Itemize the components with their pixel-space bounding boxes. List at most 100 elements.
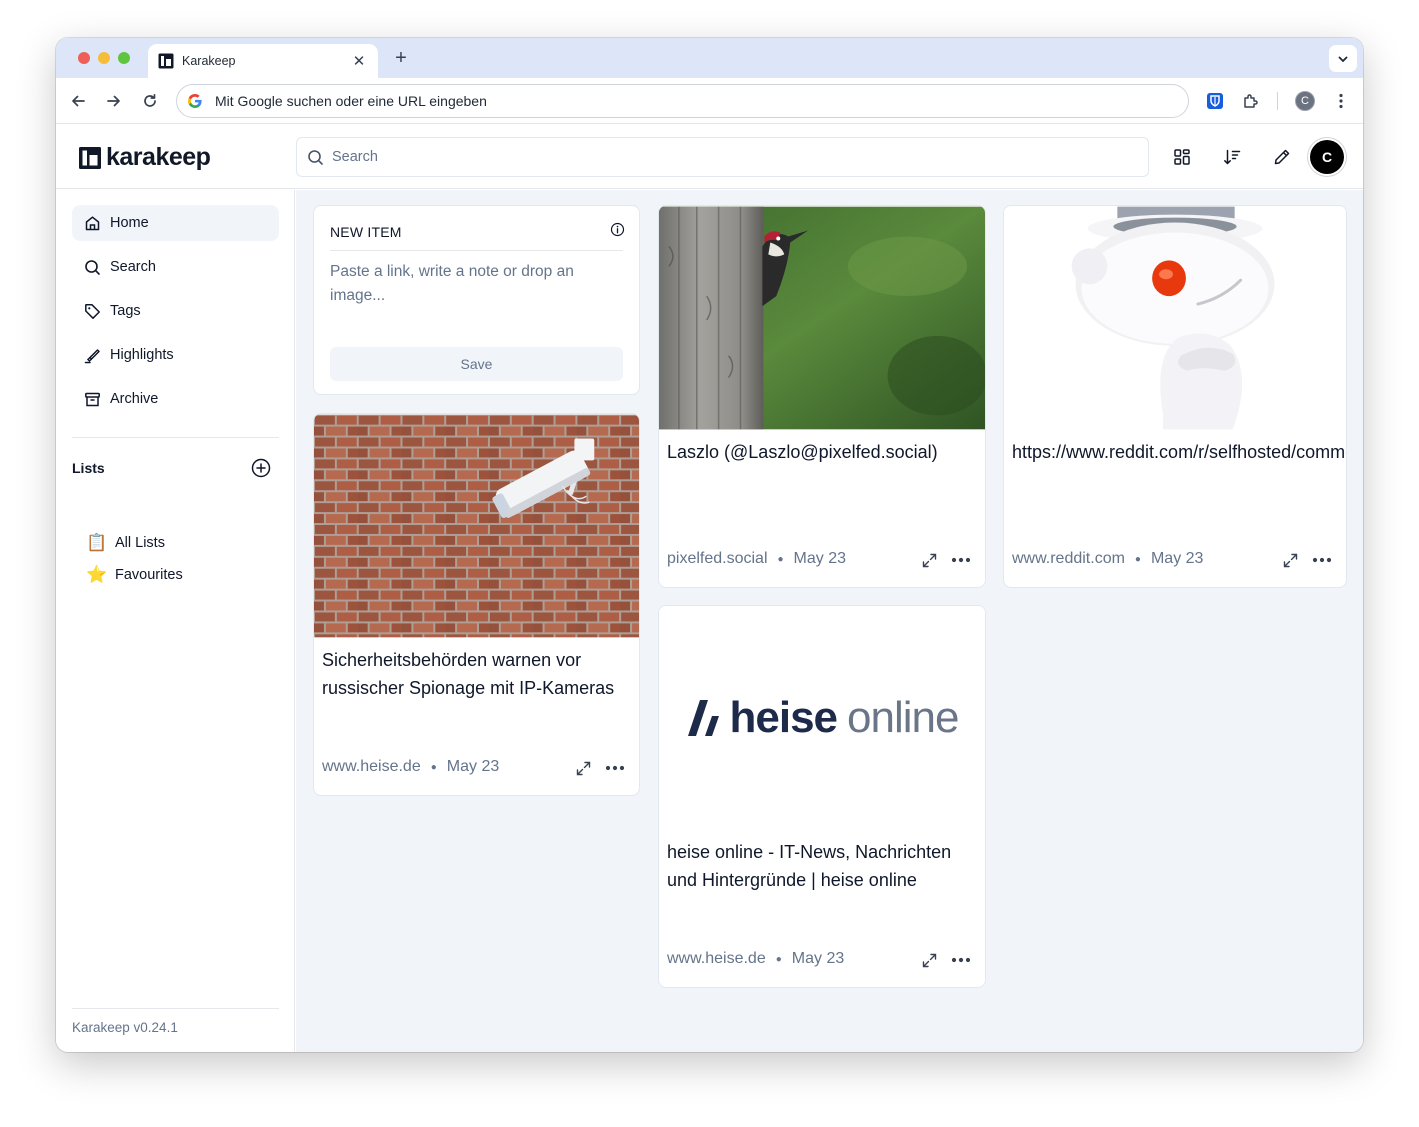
bookmark-domain[interactable]: www.heise.de: [322, 758, 421, 776]
list-item-favourites[interactable]: ⭐ Favourites: [86, 565, 183, 585]
meta-separator: ●: [775, 953, 782, 965]
sidebar-item-search[interactable]: Search: [72, 249, 279, 285]
more-horizontal-icon: [1312, 557, 1332, 563]
close-tab-icon[interactable]: ✕: [350, 52, 368, 70]
sidebar-item-highlights[interactable]: Highlights: [72, 337, 279, 373]
heise-online-logo-image[interactable]: heise online: [659, 606, 985, 830]
info-icon[interactable]: [610, 222, 625, 237]
new-tab-button[interactable]: +: [390, 47, 412, 70]
expand-icon: [1283, 553, 1297, 567]
bitwarden-extension-button[interactable]: [1204, 90, 1226, 112]
sidebar-item-label: Archive: [110, 391, 159, 407]
sidebar-item-label: Home: [110, 215, 149, 231]
bookmark-card[interactable]: Sicherheitsbehörden warnen vor russische…: [313, 413, 640, 796]
minimize-window-button[interactable]: [98, 52, 110, 64]
address-bar[interactable]: Mit Google suchen oder eine URL eingeben: [176, 84, 1189, 118]
tab-title: Karakeep: [182, 54, 236, 68]
add-list-icon[interactable]: [250, 457, 272, 479]
archive-icon: [85, 392, 100, 406]
reload-button[interactable]: [139, 90, 161, 112]
bookmark-date: May 23: [446, 758, 500, 775]
sidebar-divider: [72, 437, 279, 438]
close-window-button[interactable]: [78, 52, 90, 64]
bookmark-title[interactable]: Laszlo (@Laszlo@pixelfed.social): [667, 438, 979, 466]
more-options-button[interactable]: [949, 948, 973, 972]
app-header: karakeep Search C: [56, 125, 1363, 189]
bookmark-actions: [909, 548, 973, 572]
sidebar-item-home[interactable]: Home: [72, 205, 279, 241]
forward-button[interactable]: [103, 90, 125, 112]
heise-logo-word: heise: [729, 693, 839, 742]
sidebar-item-label: Search: [110, 259, 156, 275]
list-item-all-lists[interactable]: 📋 All Lists: [86, 533, 165, 553]
bookmark-meta: www.heise.de ● May 23: [667, 950, 844, 968]
list-item-label: All Lists: [115, 535, 165, 551]
expand-button[interactable]: [1278, 548, 1302, 572]
sidebar-item-archive[interactable]: Archive: [72, 381, 279, 417]
back-button[interactable]: [67, 90, 89, 112]
sidebar-item-tags[interactable]: Tags: [72, 293, 279, 329]
security-camera-on-brick-wall-image[interactable]: [314, 414, 639, 638]
sort-order-button[interactable]: [1220, 145, 1244, 169]
browser-menu-button[interactable]: [1330, 90, 1352, 112]
search-placeholder: Search: [332, 149, 378, 165]
user-avatar[interactable]: C: [1310, 140, 1344, 174]
bookmark-title[interactable]: heise online - IT-News, Nachrichten und …: [667, 838, 979, 894]
maximize-window-button[interactable]: [118, 52, 130, 64]
sidebar-item-label: Highlights: [110, 347, 174, 363]
meta-separator: ●: [777, 553, 784, 565]
kebab-menu-icon: [1339, 93, 1343, 109]
sidebar-footer-divider: [72, 1008, 279, 1009]
home-icon: [85, 215, 100, 230]
chevron-down-icon: [1338, 56, 1348, 62]
search-icon: [85, 259, 100, 275]
bookmark-domain[interactable]: pixelfed.social: [667, 550, 768, 568]
expand-button[interactable]: [917, 548, 941, 572]
search-input[interactable]: Search: [296, 137, 1149, 177]
bookmark-date: May 23: [1150, 550, 1204, 567]
toolbar-separator: [1277, 92, 1278, 110]
save-button[interactable]: Save: [330, 347, 623, 381]
karakeep-logo-icon: [79, 146, 101, 169]
new-item-heading: NEW ITEM: [330, 224, 402, 240]
woodpecker-on-wooden-pole-image[interactable]: [659, 206, 985, 430]
bookmark-date: May 23: [793, 550, 847, 567]
meta-separator: ●: [1134, 553, 1141, 565]
online-logo-word: online: [847, 693, 959, 742]
new-item-textarea[interactable]: Paste a link, write a note or drop an im…: [330, 260, 609, 308]
logo-text: karakeep: [106, 143, 211, 171]
bookmark-card[interactable]: heise online heise online - IT-News, Nac…: [658, 605, 986, 988]
puzzle-piece-icon: [1244, 94, 1258, 108]
arrow-left-icon: [72, 95, 85, 107]
tab-search-button[interactable]: [1329, 45, 1357, 72]
more-options-button[interactable]: [949, 548, 973, 572]
edit-mode-button[interactable]: [1270, 145, 1294, 169]
browser-toolbar: Mit Google suchen oder eine URL eingeben…: [56, 78, 1363, 124]
extensions-button[interactable]: [1240, 90, 1262, 112]
bookmark-meta: www.reddit.com ● May 23: [1012, 550, 1203, 568]
more-options-button[interactable]: [603, 756, 627, 780]
expand-icon: [922, 953, 936, 967]
more-options-button[interactable]: [1310, 548, 1334, 572]
bookmark-title[interactable]: Sicherheitsbehörden warnen vor russische…: [322, 646, 633, 702]
more-horizontal-icon: [951, 557, 971, 563]
layout-toggle-button[interactable]: [1170, 145, 1194, 169]
expand-button[interactable]: [917, 948, 941, 972]
list-item-label: Favourites: [115, 567, 183, 583]
browser-window: Karakeep ✕ + Mit Google suchen oder eine…: [56, 38, 1363, 1052]
expand-icon: [576, 761, 590, 775]
reload-icon: [144, 93, 156, 107]
reddit-snoo-mascot-with-top-hat-image[interactable]: [1004, 206, 1346, 430]
bookmark-title[interactable]: https://www.reddit.com/r/selfhosted/comm…: [1012, 438, 1346, 466]
arrow-right-icon: [107, 95, 120, 107]
star-icon: ⭐: [86, 565, 108, 584]
browser-profile-button[interactable]: C: [1295, 91, 1315, 111]
pencil-icon: [1274, 149, 1290, 165]
expand-button[interactable]: [571, 756, 595, 780]
bookmark-card[interactable]: https://www.reddit.com/r/selfhosted/comm…: [1003, 205, 1347, 588]
bookmark-domain[interactable]: www.heise.de: [667, 950, 766, 968]
browser-tab[interactable]: Karakeep ✕: [148, 44, 378, 78]
bookmark-card[interactable]: Laszlo (@Laszlo@pixelfed.social) pixelfe…: [658, 205, 986, 588]
bookmark-domain[interactable]: www.reddit.com: [1012, 550, 1125, 568]
karakeep-logo[interactable]: karakeep: [78, 143, 211, 172]
